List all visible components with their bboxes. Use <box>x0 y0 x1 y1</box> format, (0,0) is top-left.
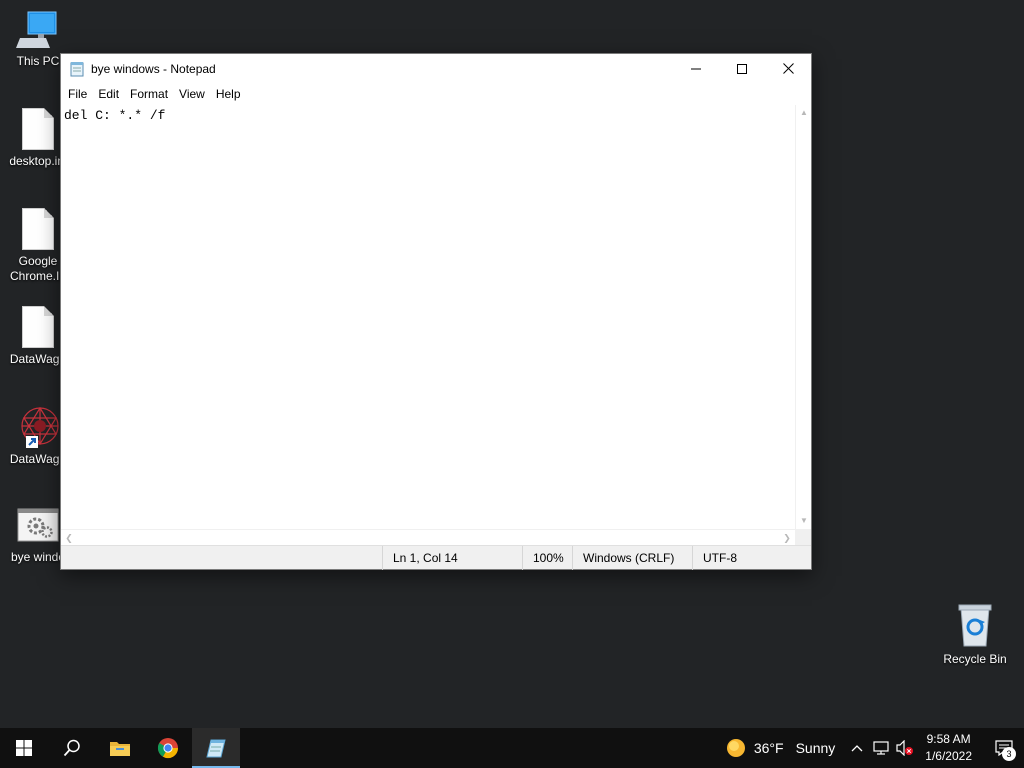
text-editor[interactable]: del C: *.* /f <box>61 105 795 529</box>
file-explorer-icon <box>110 742 130 756</box>
horizontal-scrollbar[interactable]: ❮ ❯ <box>61 529 795 545</box>
system-tray: 36°F Sunny 9:58 AM 1/6/2022 3 <box>726 728 1024 768</box>
weather-condition[interactable]: Sunny <box>796 740 836 756</box>
notification-count-badge: 3 <box>1002 747 1016 761</box>
notepad-window[interactable]: bye windows - Notepad File Edit Format V… <box>60 53 812 570</box>
show-hidden-icons-button[interactable] <box>845 728 869 768</box>
computer-icon <box>16 11 57 48</box>
network-icon <box>873 741 889 755</box>
desktop-icon-recycle-bin[interactable]: Recycle Bin <box>937 602 1013 667</box>
volume-button[interactable] <box>893 728 917 768</box>
notepad-icon <box>70 61 84 76</box>
menu-view[interactable]: View <box>174 84 211 104</box>
taskbar: 36°F Sunny 9:58 AM 1/6/2022 3 <box>0 728 1024 768</box>
status-cursor-position: Ln 1, Col 14 <box>382 546 522 570</box>
taskbar-file-explorer[interactable] <box>96 728 144 768</box>
notepad-icon <box>206 739 226 758</box>
desktop-icon-label: Recycle Bin <box>943 652 1007 666</box>
status-zoom: 100% <box>522 546 572 570</box>
close-button[interactable] <box>765 54 811 83</box>
windows-start-icon <box>16 740 32 756</box>
minimize-button[interactable] <box>673 54 719 83</box>
clock-date: 1/6/2022 <box>925 749 972 763</box>
status-line-ending: Windows (CRLF) <box>572 546 692 570</box>
menu-format[interactable]: Format <box>125 84 174 104</box>
minimize-icon <box>691 68 701 69</box>
taskbar-notepad[interactable] <box>192 728 240 768</box>
menu-edit[interactable]: Edit <box>93 84 125 104</box>
menu-bar: File Edit Format View Help <box>61 83 811 105</box>
close-icon <box>782 63 794 74</box>
status-encoding: UTF-8 <box>692 546 811 570</box>
chevron-up-icon <box>851 745 863 752</box>
chrome-icon <box>157 738 179 759</box>
scroll-down-icon[interactable]: ▼ <box>796 513 812 529</box>
maximize-icon <box>737 63 747 74</box>
scroll-right-icon[interactable]: ❯ <box>779 530 795 546</box>
scroll-left-icon[interactable]: ❮ <box>61 530 77 546</box>
start-button[interactable] <box>0 728 48 768</box>
network-button[interactable] <box>869 728 893 768</box>
file-icon <box>22 108 54 150</box>
batch-file-icon <box>17 508 59 542</box>
volume-muted-icon <box>896 740 914 756</box>
clock[interactable]: 9:58 AM 1/6/2022 <box>925 731 972 765</box>
window-title: bye windows - Notepad <box>91 61 216 76</box>
clock-time: 9:58 AM <box>926 732 971 746</box>
vertical-scrollbar[interactable]: ▲ ▼ <box>795 105 811 529</box>
file-icon <box>22 306 54 348</box>
menu-file[interactable]: File <box>63 84 93 104</box>
status-bar: Ln 1, Col 14 100% Windows (CRLF) UTF-8 <box>61 545 811 570</box>
datawagon-shortcut-icon <box>21 406 59 448</box>
search-button[interactable] <box>48 728 96 768</box>
scrollbar-corner <box>795 529 811 545</box>
taskbar-chrome[interactable] <box>144 728 192 768</box>
menu-help[interactable]: Help <box>211 84 247 104</box>
notification-center-button[interactable]: 3 <box>984 728 1024 768</box>
recycle-bin-icon <box>958 604 992 647</box>
scroll-up-icon[interactable]: ▲ <box>796 105 812 121</box>
sun-icon[interactable] <box>726 738 746 758</box>
file-icon <box>22 208 54 250</box>
title-bar[interactable]: bye windows - Notepad <box>61 54 811 83</box>
maximize-button[interactable] <box>719 54 765 83</box>
weather-temperature[interactable]: 36°F <box>754 740 784 756</box>
search-icon <box>63 739 80 757</box>
